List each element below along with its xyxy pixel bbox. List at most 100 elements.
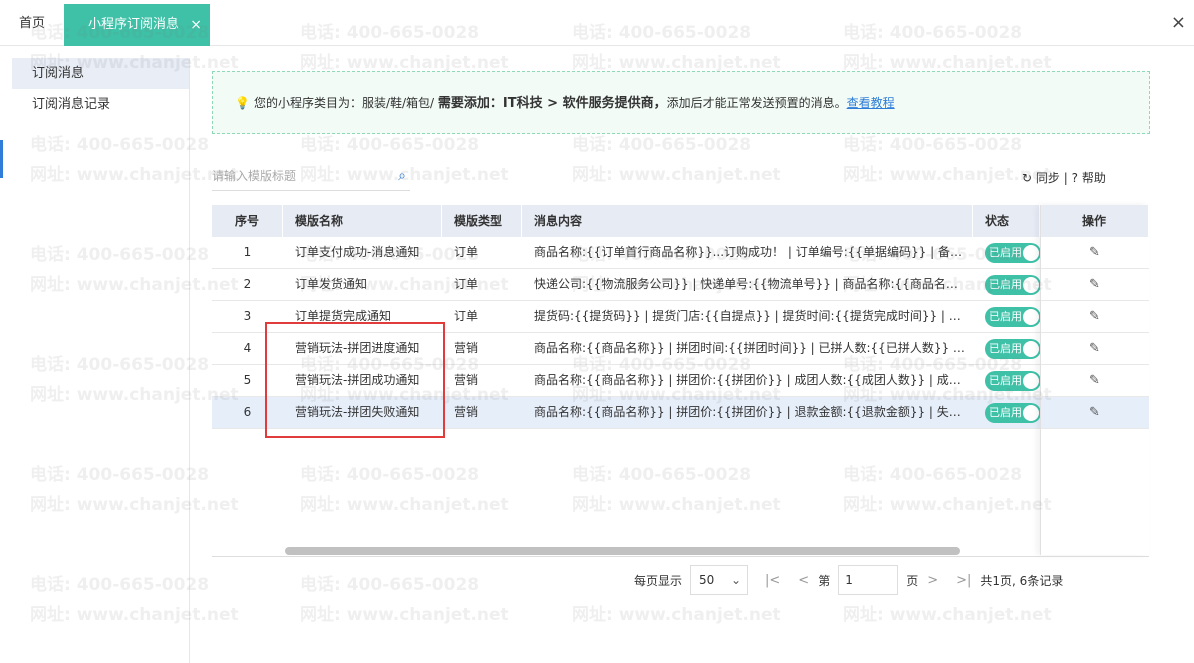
status-cell: 已启用: [973, 301, 1040, 332]
status-cell: 已启用: [973, 333, 1040, 364]
page-suffix: 页: [906, 573, 919, 588]
scrollbar-thumb[interactable]: [285, 547, 960, 555]
cell-type: 营销: [454, 341, 479, 355]
status-toggle[interactable]: 已启用: [985, 274, 1040, 295]
edit-icon[interactable]: ✎: [1089, 373, 1100, 388]
toolbar-separator: |: [1063, 171, 1068, 185]
per-page-label: 每页显示: [634, 573, 683, 588]
watermark: 电话: 400-665-0028: [300, 465, 480, 485]
highlight-box: [265, 322, 445, 438]
header-content: 消息内容: [522, 205, 973, 237]
status-label: 已启用: [989, 277, 1022, 291]
sync-button[interactable]: 同步: [1036, 171, 1060, 185]
edit-icon[interactable]: ✎: [1089, 309, 1100, 324]
cell-content: 快递公司:{{物流服务公司}} | 快递单号:{{物流单号}} | 商品名称:{…: [534, 277, 973, 291]
tutorial-link[interactable]: 查看教程: [847, 96, 895, 110]
status-cell: 已启用: [973, 269, 1040, 300]
cell-name: 订单支付成功-消息通知: [295, 245, 420, 259]
help-button[interactable]: 帮助: [1082, 171, 1106, 185]
status-label: 已启用: [989, 309, 1022, 323]
action-cell: ✎: [1040, 301, 1149, 332]
watermark: 网址: www.chanjet.net: [843, 165, 1052, 185]
watermark: 网址: www.chanjet.net: [572, 165, 781, 185]
cell-type: 订单: [454, 309, 479, 323]
page-prefix: 第: [818, 573, 831, 588]
table-row[interactable]: 1 订单支付成功-消息通知 订单 商品名称:{{订单首行商品名称}}...订购成…: [212, 237, 1149, 269]
first-page-icon[interactable]: |<: [765, 573, 780, 588]
toggle-knob: [1023, 372, 1039, 389]
status-toggle[interactable]: 已启用: [985, 306, 1040, 327]
status-toggle[interactable]: 已启用: [985, 370, 1040, 391]
tab-close-icon[interactable]: ×: [190, 4, 202, 46]
cell-content: 商品名称:{{商品名称}} | 拼团价:{{拼团价}} | 退款金额:{{退款金…: [534, 405, 973, 419]
cell-content: 商品名称:{{商品名称}} | 拼团价:{{拼团价}} | 成团人数:{{成团人…: [534, 373, 973, 387]
tab-mini-program-subscription[interactable]: 小程序订阅消息 ×: [64, 4, 210, 46]
cell-name: 订单发货通知: [295, 277, 368, 291]
prev-page-icon[interactable]: <: [798, 573, 809, 588]
cell-type: 营销: [454, 373, 479, 387]
lightbulb-icon: 💡: [235, 96, 250, 110]
search-icon[interactable]: ⌕: [398, 168, 406, 184]
per-page-select[interactable]: 50 ⌄: [690, 565, 749, 595]
left-edge-strip: [0, 140, 3, 178]
watermark: 网址: www.chanjet.net: [572, 495, 781, 515]
status-cell: 已启用: [973, 365, 1040, 396]
action-cell: ✎: [1040, 365, 1149, 396]
watermark: 网址: www.chanjet.net: [843, 495, 1052, 515]
status-toggle[interactable]: 已启用: [985, 402, 1040, 423]
toolbar: ↻ 同步 | ? 帮助: [1022, 169, 1106, 186]
search-input[interactable]: [212, 163, 382, 189]
next-page-icon[interactable]: >: [927, 573, 938, 588]
watermark: 网址: www.chanjet.net: [300, 605, 509, 625]
header-status: 状态: [973, 205, 1040, 237]
cell-content: 商品名称:{{订单首行商品名称}}...订购成功！ | 订单编号:{{单据编码}…: [534, 245, 973, 259]
sidebar: 订阅消息 订阅消息记录: [12, 58, 190, 663]
watermark: 电话: 400-665-0028: [300, 575, 480, 595]
last-page-icon[interactable]: >|: [956, 573, 971, 588]
status-cell: 已启用: [973, 237, 1040, 268]
table-row[interactable]: 2 订单发货通知 订单 快递公司:{{物流服务公司}} | 快递单号:{{物流单…: [212, 269, 1149, 301]
toggle-knob: [1023, 276, 1039, 293]
tab-home[interactable]: 首页: [0, 0, 64, 46]
sidebar-item-subscription[interactable]: 订阅消息: [12, 58, 189, 89]
edit-icon[interactable]: ✎: [1089, 341, 1100, 356]
edit-icon[interactable]: ✎: [1089, 245, 1100, 260]
toggle-knob: [1023, 244, 1039, 261]
status-toggle[interactable]: 已启用: [985, 242, 1040, 263]
category-notice: 💡 您的小程序类目为：服装/鞋/箱包/ 需要添加：IT科技 > 软件服务提供商，添…: [212, 71, 1150, 134]
status-label: 已启用: [989, 245, 1022, 259]
status-cell: 已启用: [973, 397, 1040, 428]
horizontal-scrollbar[interactable]: [212, 545, 1149, 557]
cell-content: 商品名称:{{商品名称}} | 拼团时间:{{拼团时间}} | 已拼人数:{{已…: [534, 341, 973, 355]
toggle-knob: [1023, 340, 1039, 357]
window-close-icon[interactable]: ×: [1171, 12, 1186, 33]
cell-no: 2: [243, 277, 252, 291]
watermark: 网址: www.chanjet.net: [843, 53, 1052, 73]
watermark: 网址: www.chanjet.net: [843, 605, 1052, 625]
cell-type: 订单: [454, 277, 479, 291]
sidebar-item-subscription-records[interactable]: 订阅消息记录: [12, 89, 189, 120]
notice-text: 您的小程序类目为：服装/鞋/箱包/: [253, 96, 435, 110]
action-cell: ✎: [1040, 269, 1149, 300]
status-toggle[interactable]: 已启用: [985, 338, 1040, 359]
action-cell: ✎: [1040, 237, 1149, 268]
chevron-down-icon: ⌄: [730, 573, 742, 587]
page-input[interactable]: 1: [838, 565, 899, 595]
action-cell: ✎: [1040, 333, 1149, 364]
per-page-value: 50: [699, 573, 715, 587]
status-label: 已启用: [989, 341, 1022, 355]
tab-bar: 首页 小程序订阅消息 × ×: [0, 0, 1194, 46]
sync-icon[interactable]: ↻: [1022, 171, 1032, 185]
table-header: 序号 模版名称 模版类型 消息内容 状态 操作: [212, 205, 1149, 237]
watermark: 网址: www.chanjet.net: [572, 53, 781, 73]
page-summary: 共1页, 6条记录: [980, 573, 1064, 588]
cell-type: 订单: [454, 245, 479, 259]
notice-bold: 需要添加：IT科技 > 软件服务提供商，: [437, 96, 667, 111]
action-cell: ✎: [1040, 397, 1149, 428]
search-box: ⌕: [212, 163, 410, 191]
status-label: 已启用: [989, 373, 1022, 387]
edit-icon[interactable]: ✎: [1089, 277, 1100, 292]
edit-icon[interactable]: ✎: [1089, 405, 1100, 420]
help-icon[interactable]: ?: [1072, 171, 1078, 185]
toggle-knob: [1023, 308, 1039, 325]
